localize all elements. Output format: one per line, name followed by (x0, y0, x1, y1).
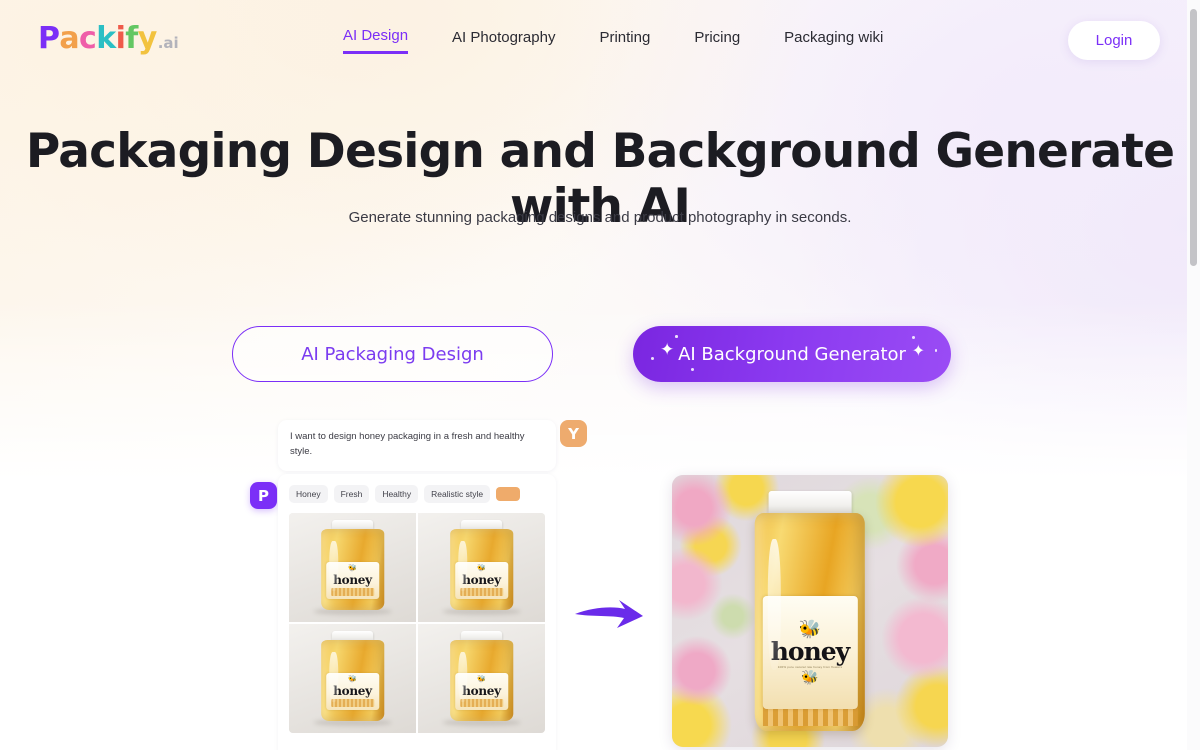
flow-arrow-icon (575, 600, 643, 628)
page-subtitle: Generate stunning packaging designs and … (348, 209, 852, 226)
jar-label-word: honey (462, 572, 501, 587)
sparkle-dot-icon (675, 335, 678, 338)
honeycomb-band (460, 587, 503, 596)
nav-item-ai-design[interactable]: AI Design (343, 27, 409, 54)
nav-item-ai-photography[interactable]: AI Photography (452, 29, 555, 53)
site-header: Pa c k i f y .ai AI Design AI Photography Printi… (0, 0, 1200, 80)
jar-label: 🐝 honey (325, 561, 380, 599)
tag-honey[interactable]: Honey (289, 485, 328, 503)
nav-item-packaging-wiki[interactable]: Packaging wiki (784, 29, 883, 53)
design-thumbnail[interactable]: 🐝 honey (418, 513, 545, 622)
generated-result-image[interactable]: 🐝 honey 100% pure natural raw honey from… (672, 475, 948, 747)
jar-label-word: honey (770, 637, 850, 667)
jar-label-word: honey (333, 572, 372, 587)
demo-showcase: I want to design honey packaging in a fr… (0, 412, 1200, 750)
design-thumbnail[interactable]: 🐝 honey (289, 513, 416, 622)
design-thumbnail[interactable]: 🐝 honey (418, 624, 545, 733)
sparkle-icon-left: ✦ (660, 340, 675, 360)
logo-letter-3: k (96, 21, 116, 56)
user-avatar: Y (560, 420, 587, 447)
design-thumbnail[interactable]: 🐝 honey (289, 624, 416, 733)
logo-letter-6: y (137, 21, 158, 56)
tag-realistic-style[interactable]: Realistic style (424, 485, 491, 503)
color-swatch[interactable] (496, 487, 521, 501)
logo-letter-4: i (115, 21, 126, 56)
scrollbar-thumb[interactable] (1190, 9, 1197, 266)
mode-button-row: AI Packaging Design ✦ AI Background Gene… (0, 326, 1200, 382)
main-navigation: AI Design AI Photography Printing Pricing Pa… (343, 27, 883, 54)
logo-letter-2: c (79, 21, 97, 56)
logo-letter-0: P (38, 21, 60, 56)
nav-item-pricing[interactable]: Pricing (694, 29, 740, 53)
honeycomb-band (331, 698, 374, 707)
bee-icon: 🐝 (798, 619, 822, 640)
jar-label: 🐝 honey (454, 561, 509, 599)
tag-fresh[interactable]: Fresh (333, 485, 370, 503)
bee-icon: 🐝 (477, 675, 486, 683)
honeycomb-band (331, 587, 374, 596)
assistant-response-bubble: Honey Fresh Healthy Realistic style 🐝 honey 🐝… (278, 474, 556, 750)
brand-logo[interactable]: Pa c k i f y .ai (38, 21, 179, 56)
page-scrollbar[interactable] (1187, 0, 1200, 750)
assistant-avatar: P (250, 482, 277, 509)
jar-label: 🐝 honey (454, 672, 509, 710)
jar-label: 🐝 honey (325, 672, 380, 710)
sparkle-icon-right: ✦ (911, 341, 925, 360)
login-button[interactable]: Login (1068, 21, 1160, 60)
honey-jar: 🐝 honey 100% pure natural raw honey from… (754, 513, 866, 731)
jar-label-word: honey (333, 683, 372, 698)
logo-letter-1: a (59, 21, 80, 56)
honey-jar: 🐝 honey (449, 529, 514, 611)
jar-label: 🐝 honey 100% pure natural raw honey from… (762, 595, 858, 709)
bee-icon: 🐝 (477, 564, 486, 572)
bee-icon: 🐝 (348, 564, 357, 572)
bee-icon: 🐝 (801, 669, 819, 686)
logo-suffix: .ai (157, 34, 179, 52)
honeycomb-band (460, 698, 503, 707)
ai-packaging-design-button[interactable]: AI Packaging Design (232, 326, 553, 382)
honey-jar: 🐝 honey (320, 529, 385, 611)
honey-jar: 🐝 honey (320, 640, 385, 722)
nav-item-printing[interactable]: Printing (599, 29, 650, 53)
design-thumbnail-grid: 🐝 honey 🐝 honey 🐝 honey 🐝 honey (289, 513, 545, 733)
ai-background-generator-label: AI Background Generator (678, 343, 906, 365)
user-message-bubble: I want to design honey packaging in a fr… (278, 420, 556, 472)
jar-label-word: honey (462, 683, 501, 698)
attribute-tag-row: Honey Fresh Healthy Realistic style (289, 485, 545, 503)
sparkle-dot-icon (651, 357, 654, 360)
honey-jar: 🐝 honey (449, 640, 514, 722)
ai-background-generator-button[interactable]: ✦ AI Background Generator ✦ (633, 326, 951, 382)
tag-healthy[interactable]: Healthy (375, 485, 419, 503)
logo-letter-5: f (125, 21, 138, 56)
sparkle-dot-icon (912, 336, 915, 339)
sparkle-dot-icon (934, 349, 937, 352)
sparkle-dot-icon (691, 368, 694, 371)
bee-icon: 🐝 (348, 675, 357, 683)
